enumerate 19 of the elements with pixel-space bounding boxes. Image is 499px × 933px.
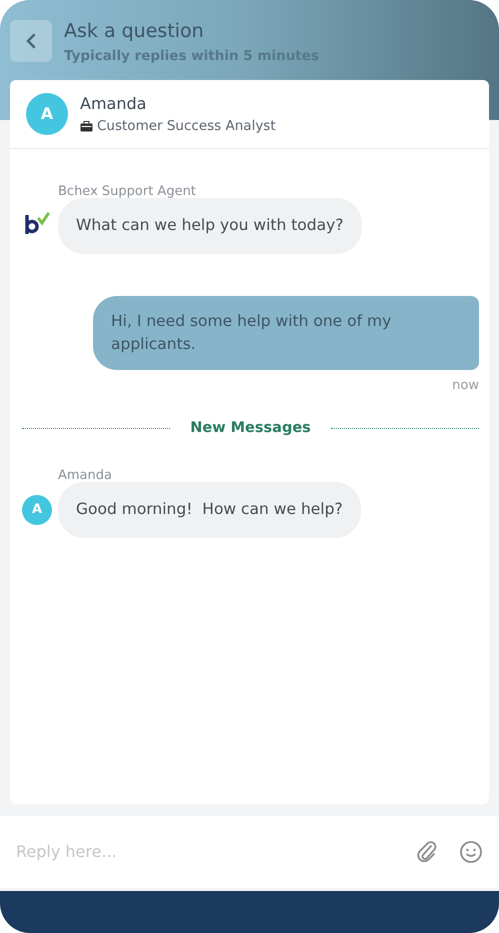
reply-field[interactable]: Reply here... bbox=[0, 816, 405, 888]
header-title: Ask a question bbox=[64, 20, 205, 43]
message-bubble: What can we help you with today? bbox=[58, 198, 362, 254]
agent-role: Customer Success Analyst bbox=[97, 117, 276, 136]
sender-name: Bchex Support Agent bbox=[58, 185, 197, 198]
agent-name: Amanda bbox=[80, 93, 148, 115]
sender-avatar: A bbox=[22, 494, 52, 525]
emoji-button[interactable] bbox=[449, 816, 499, 888]
message-bubble: Good morning! How can we help? bbox=[58, 482, 361, 538]
message-bubble: Hi, I need some help with one of my applicants. bbox=[93, 296, 479, 370]
message-time: now bbox=[452, 377, 479, 395]
back-button[interactable] bbox=[10, 20, 52, 62]
smiley-icon bbox=[459, 840, 483, 864]
briefcase-icon bbox=[80, 120, 93, 132]
paperclip-icon bbox=[415, 840, 439, 864]
sender-name: Amanda bbox=[58, 469, 113, 482]
agent-avatar: A bbox=[26, 93, 68, 136]
back-icon bbox=[26, 33, 36, 49]
new-messages-label: New Messages bbox=[190, 418, 311, 438]
